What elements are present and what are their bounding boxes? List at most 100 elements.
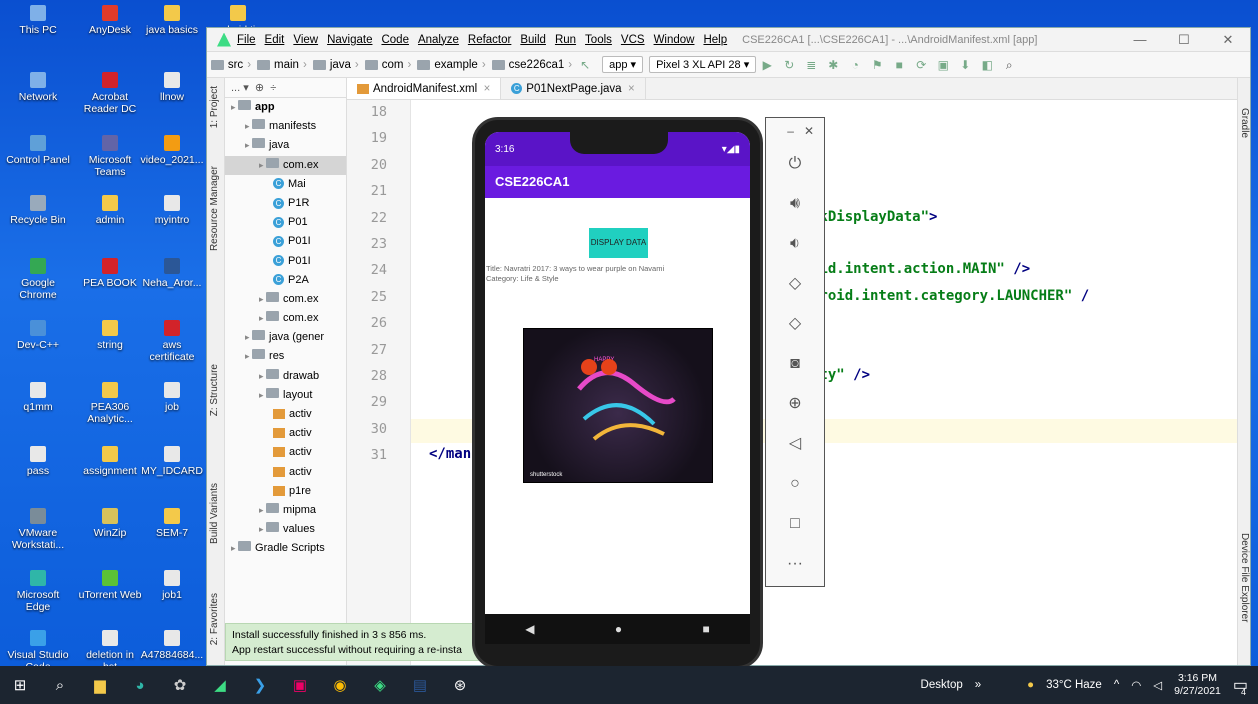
menu-item-run[interactable]: Run [555,34,576,46]
breadcrumb-item[interactable]: src [207,59,243,71]
desktop-icon[interactable]: assignment [78,446,142,477]
desktop-toolbar[interactable]: Desktop [921,679,963,691]
breadcrumb-item[interactable]: cse226ca1 [488,59,564,71]
phone-recents-icon[interactable]: ■ [703,622,710,636]
tree-item[interactable]: activ [225,405,346,424]
tree-item[interactable]: ▸ java [225,136,346,155]
app-icon-3[interactable]: ⊛ [440,676,480,694]
desktop-icon[interactable]: Microsoft Edge [6,570,70,613]
emulator-screen[interactable]: 3:16 ▾◢▮ CSE226CA1 DISPLAY DATA Title: N… [485,132,750,644]
expand-arrow-icon[interactable]: ▸ [259,390,266,400]
tree-item[interactable]: activ [225,424,346,443]
rotate-left-icon[interactable]: ◇ [766,264,824,304]
network-icon[interactable]: ◠ [1131,678,1141,692]
breadcrumb-item[interactable]: com [361,59,404,71]
apply-changes-icon[interactable]: ↻ [782,58,796,72]
breadcrumb-item[interactable]: java [309,59,351,71]
tree-item[interactable]: C P2A [225,271,346,290]
app-icon-2[interactable]: ▣ [280,676,320,694]
expand-arrow-icon[interactable]: ▸ [259,294,266,304]
desktop-icon[interactable]: WinZip [78,508,142,539]
desktop-icon[interactable]: MY_IDCARD [140,446,204,477]
menu-item-refactor[interactable]: Refactor [468,34,511,46]
menu-item-file[interactable]: File [237,34,256,46]
desktop-icon[interactable]: pass [6,446,70,477]
desktop-icon[interactable]: PEA306 Analytic... [78,382,142,425]
menu-item-window[interactable]: Window [654,34,695,46]
expand-arrow-icon[interactable]: ▸ [245,332,252,342]
maximize-button[interactable]: ☐ [1162,28,1206,52]
expand-arrow-icon[interactable]: ▸ [245,140,252,150]
desktop-icon[interactable]: video_2021... [140,135,204,166]
vscode-icon[interactable]: ❯ [240,676,280,694]
zoom-icon[interactable]: ⊕ [766,384,824,424]
breadcrumb-item[interactable]: example [413,59,478,71]
close-button[interactable]: ✕ [1206,28,1250,52]
back-icon[interactable]: ◁ [766,424,824,464]
expand-arrow-icon[interactable]: ▸ [245,351,252,361]
gradle-tab[interactable]: Gradle [1239,108,1250,138]
search-icon[interactable]: ⌕ [40,677,80,694]
sdk-manager-icon[interactable]: ⬇ [958,58,972,72]
notification-icon[interactable]: ▭ 4 [1233,675,1248,697]
desktop-icon[interactable]: string [78,320,142,351]
back-arrow-icon[interactable]: ↖ [578,58,592,72]
tree-item[interactable]: ▸ app [225,98,346,117]
menu-item-vcs[interactable]: VCS [621,34,645,46]
home-icon[interactable]: ○ [766,464,824,504]
android-studio-icon[interactable]: ◢ [200,676,240,694]
tree-item[interactable]: ▸ drawab [225,367,346,386]
desktop-icon[interactable]: job [140,382,204,413]
run-config-select[interactable]: app ▾ [602,56,644,73]
desktop-icon[interactable]: AnyDesk [78,5,142,36]
resource-manager-tab[interactable]: Resource Manager [209,166,220,251]
desktop-icon[interactable]: Google Chrome [6,258,70,301]
desktop-icon[interactable]: java basics [140,5,204,36]
tree-item[interactable]: activ [225,443,346,462]
edge-icon[interactable]: ◕ [120,677,160,694]
stop-icon[interactable]: ■ [892,58,906,72]
profile-icon[interactable]: ◔ [848,58,862,72]
menu-item-edit[interactable]: Edit [265,34,285,46]
expand-arrow-icon[interactable]: ▸ [259,505,266,515]
tree-item[interactable]: ▸ mipma [225,501,346,520]
expand-arrow-icon[interactable]: ▸ [259,524,266,534]
close-tab-icon[interactable]: × [628,78,635,100]
tree-item[interactable]: ▸ layout [225,386,346,405]
menu-item-tools[interactable]: Tools [585,34,612,46]
structure-tab[interactable]: Z: Structure [209,364,220,416]
breadcrumb-item[interactable]: main [253,59,299,71]
tree-item[interactable]: ▸ Gradle Scripts [225,539,346,558]
tree-item[interactable]: ▸ java (gener [225,328,346,347]
volume-down-icon[interactable]: 🔉︎ [766,224,824,264]
menu-item-help[interactable]: Help [703,34,727,46]
menu-item-build[interactable]: Build [520,34,546,46]
tree-item[interactable]: C P1R [225,194,346,213]
desktop-icon[interactable]: job1 [140,570,204,601]
chrome-icon[interactable]: ◉ [320,676,360,694]
desktop-icon[interactable]: myintro [140,195,204,226]
desktop-icon[interactable]: uTorrent Web [78,570,142,601]
desktop-icon[interactable]: Control Panel [6,135,70,166]
desktop-icon[interactable]: llnow [140,72,204,103]
close-tab-icon[interactable]: × [484,78,491,100]
power-icon[interactable]: ⏻ [766,144,824,184]
desktop-icon[interactable]: VMware Workstati... [6,508,70,551]
tree-item[interactable]: C P01 [225,213,346,232]
run-icon[interactable]: ▶ [760,58,774,72]
tree-item[interactable]: ▸ com.ex [225,155,346,175]
desktop-icon[interactable]: Acrobat Reader DC [78,72,142,115]
desktop-icon[interactable]: Recycle Bin [6,195,70,226]
panel-close-icon[interactable]: ✕ [804,124,814,138]
tree-item[interactable]: ▸ com.ex [225,309,346,328]
desktop-icon[interactable]: Microsoft Teams [78,135,142,178]
expand-arrow-icon[interactable]: ▸ [231,543,238,553]
tree-item[interactable]: C Mai [225,175,346,194]
menu-item-code[interactable]: Code [381,34,409,46]
tree-item[interactable]: C P01I [225,252,346,271]
desktop-icon[interactable]: This PC [6,5,70,36]
desktop-icon[interactable]: q1mm [6,382,70,413]
tree-item[interactable]: p1re [225,482,346,501]
attach-debugger-icon[interactable]: ⚑ [870,58,884,72]
debug-icon[interactable]: ✱ [826,58,840,72]
